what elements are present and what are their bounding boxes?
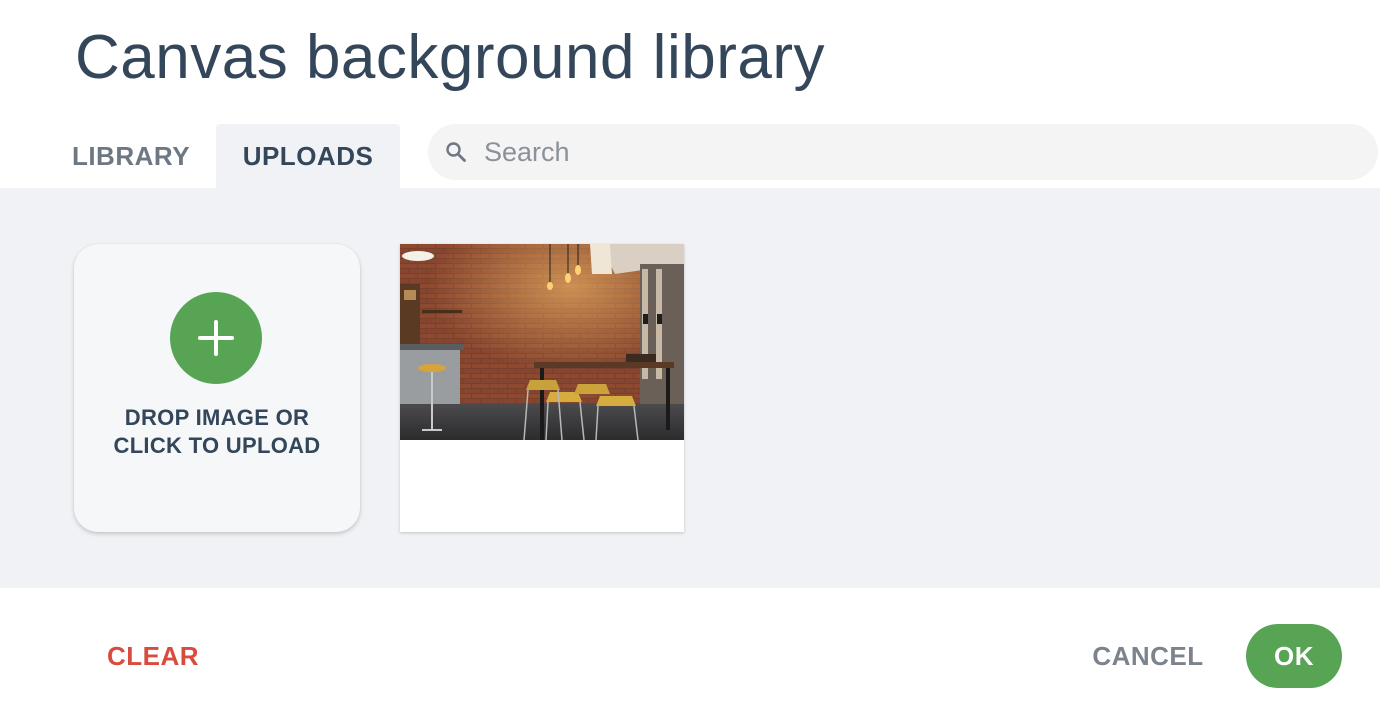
tab-library[interactable]: LIBRARY	[60, 124, 202, 188]
search-input[interactable]	[484, 132, 1344, 172]
uploaded-image-card[interactable]	[400, 244, 684, 532]
search-icon	[444, 140, 468, 164]
tab-uploads[interactable]: UPLOADS	[216, 124, 400, 188]
ok-button[interactable]: OK	[1246, 624, 1342, 688]
upload-dropzone[interactable]: DROP IMAGE OR CLICK TO UPLOAD	[74, 244, 360, 532]
cancel-button[interactable]: CANCEL	[1082, 624, 1214, 688]
upload-label: DROP IMAGE OR CLICK TO UPLOAD	[113, 405, 321, 458]
add-upload-button[interactable]	[170, 292, 262, 384]
plus-icon	[198, 320, 234, 356]
cafe-interior-image	[400, 244, 684, 440]
search-bar[interactable]	[428, 124, 1378, 180]
background-library-dialog: Canvas background library LIBRARY UPLOAD…	[0, 0, 1380, 704]
dialog-title: Canvas background library	[75, 23, 825, 92]
uploads-panel: DROP IMAGE OR CLICK TO UPLOAD	[0, 188, 1380, 588]
uploaded-image-thumbnail[interactable]	[400, 244, 684, 440]
clear-button[interactable]: CLEAR	[100, 624, 206, 688]
